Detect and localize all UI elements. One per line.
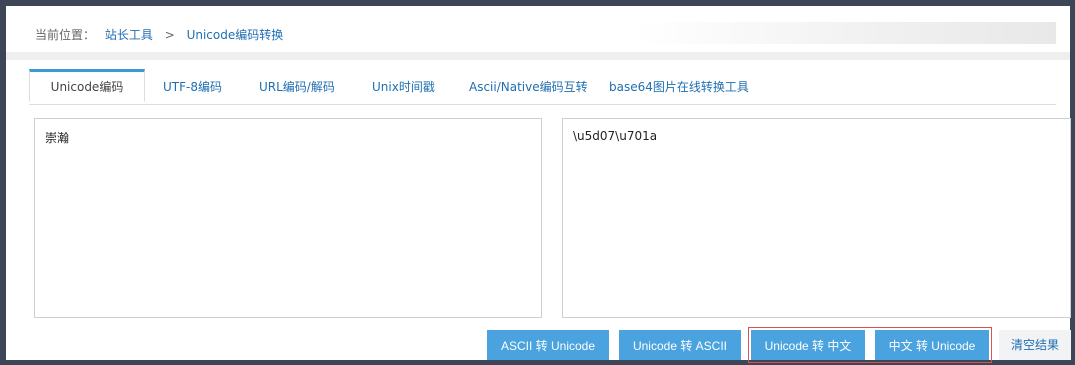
tool-frame: 当前位置： 站长工具 > Unicode编码转换 Unicode编码 UTF-8…	[6, 6, 1071, 363]
breadcrumb-prefix: 当前位置：	[35, 28, 96, 42]
breadcrumb-bar: 当前位置： 站长工具 > Unicode编码转换	[6, 6, 1070, 60]
conversion-panel: ASCII 转 Unicode Unicode 转 ASCII Unicode …	[29, 104, 1071, 363]
breadcrumb: 当前位置： 站长工具 > Unicode编码转换	[35, 26, 283, 43]
source-text-input[interactable]	[34, 118, 542, 318]
clear-results-button[interactable]: 清空结果	[999, 330, 1071, 360]
chinese-to-unicode-button[interactable]: 中文 转 Unicode	[875, 330, 989, 360]
breadcrumb-current-page[interactable]: Unicode编码转换	[187, 28, 284, 42]
tab-utf8[interactable]: UTF-8编码	[163, 70, 222, 104]
breadcrumb-separator: >	[164, 28, 175, 42]
tab-bar: Unicode编码 UTF-8编码 URL编码/解码 Unix时间戳 Ascii…	[29, 69, 1056, 105]
unicode-to-ascii-button[interactable]: Unicode 转 ASCII	[619, 330, 741, 360]
tab-base64-image[interactable]: base64图片在线转换工具	[609, 70, 749, 104]
unicode-to-chinese-button[interactable]: Unicode 转 中文	[751, 330, 865, 360]
breadcrumb-link-webmaster-tools[interactable]: 站长工具	[105, 28, 153, 42]
result-text-output[interactable]	[562, 118, 1071, 318]
tab-ascii-native[interactable]: Ascii/Native编码互转	[469, 70, 588, 104]
ascii-to-unicode-button[interactable]: ASCII 转 Unicode	[487, 330, 609, 360]
blurred-header-area	[636, 22, 1056, 44]
tab-unix-timestamp[interactable]: Unix时间戳	[372, 70, 435, 104]
tab-unicode[interactable]: Unicode编码	[29, 69, 145, 102]
tab-url-encode[interactable]: URL编码/解码	[259, 70, 335, 104]
